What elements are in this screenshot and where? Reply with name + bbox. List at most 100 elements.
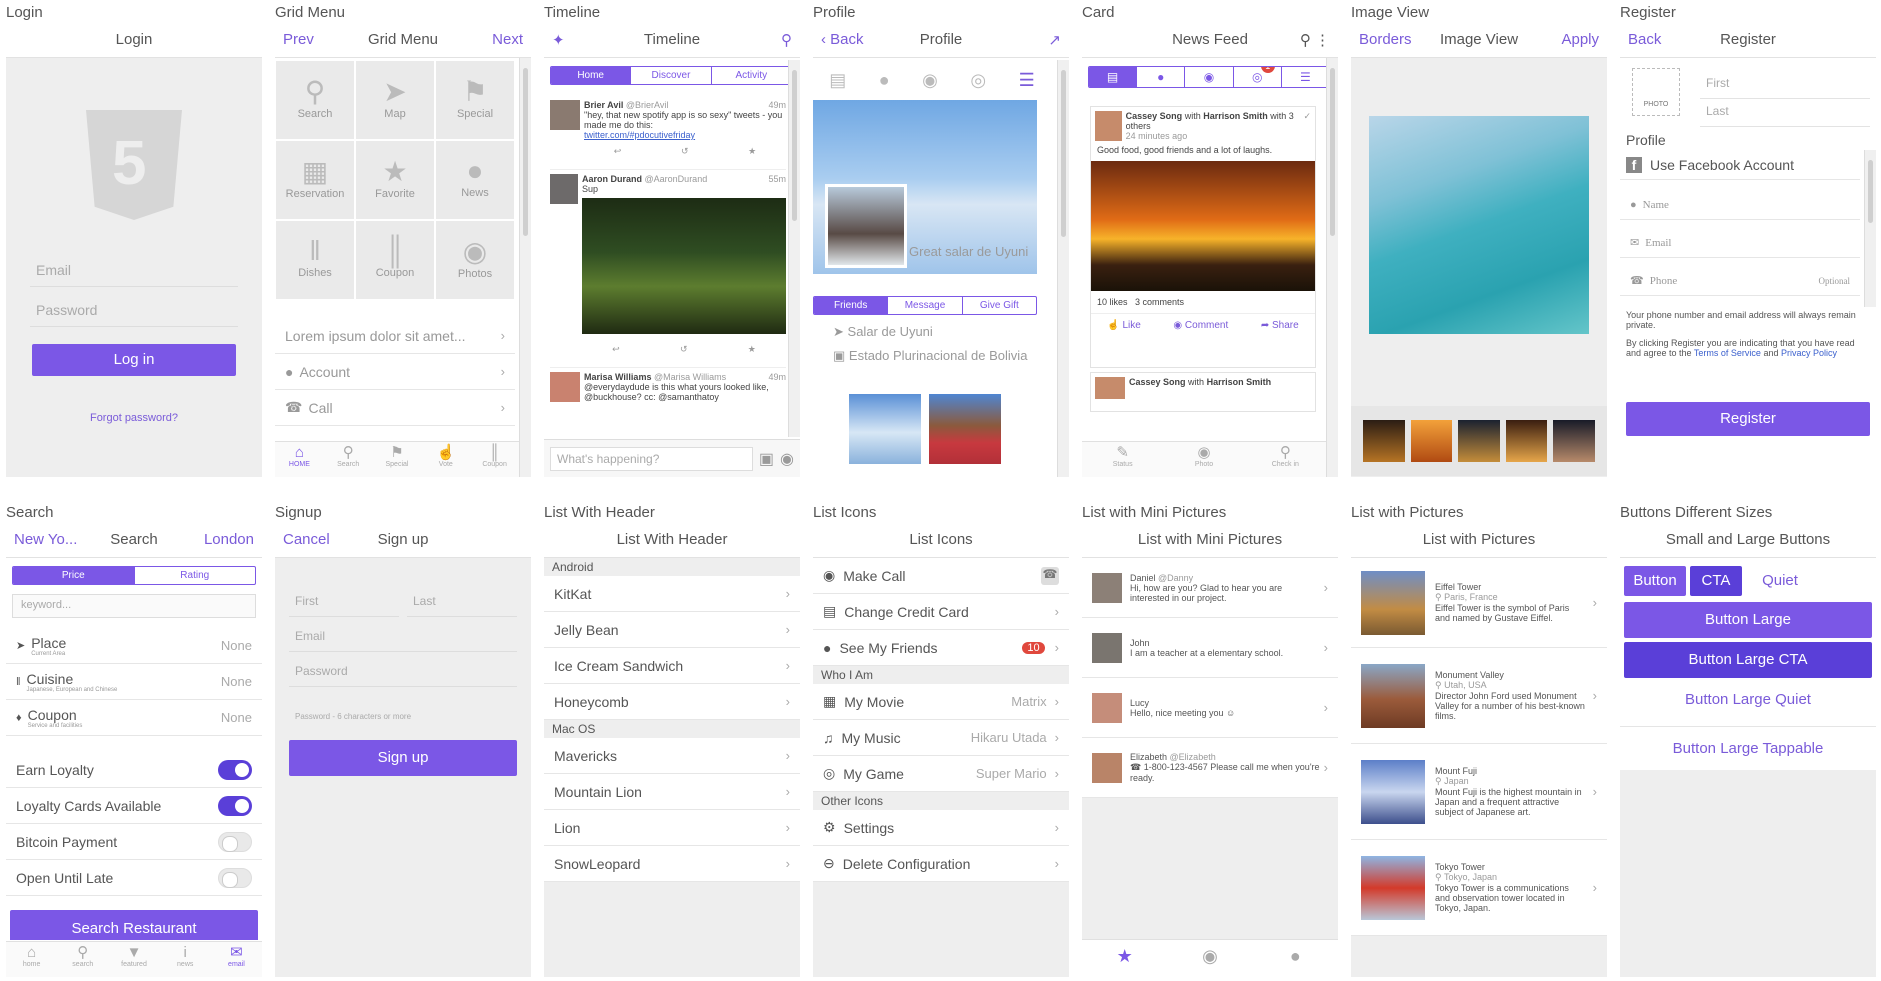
list-item-call[interactable]: ☎ Call › xyxy=(275,390,515,426)
email-field[interactable]: Email xyxy=(289,621,517,652)
list-item[interactable]: John I am a teacher at a elementary schoo… xyxy=(1082,618,1338,678)
retweet-icon[interactable]: ↺ xyxy=(680,344,688,355)
image-icon[interactable]: ▣ xyxy=(759,449,774,469)
share-button[interactable]: ➦ Share xyxy=(1261,320,1299,331)
retweet-icon[interactable]: ↺ xyxy=(681,146,689,157)
tab-coupon[interactable]: ║ Coupon xyxy=(470,442,519,477)
list-item-settings[interactable]: ⚙ Settings › xyxy=(813,810,1069,846)
gallery-photo[interactable] xyxy=(849,394,921,464)
tweet[interactable]: Aaron Durand @AaronDurand 55m Sup ↩ ↺ ★ xyxy=(550,170,786,368)
list-item[interactable]: Honeycomb › xyxy=(544,684,800,720)
terms-link[interactable]: Terms of Service xyxy=(1694,348,1761,358)
favorite-icon[interactable]: ★ xyxy=(748,344,756,355)
tab-menu[interactable]: ☰ xyxy=(1280,67,1329,87)
last-name-field[interactable]: Last xyxy=(1700,96,1870,127)
loyalty-cards-toggle[interactable] xyxy=(218,795,252,816)
large-button[interactable]: Button Large xyxy=(1624,602,1872,638)
location-left-button[interactable]: New Yo... xyxy=(14,531,77,548)
reply-icon[interactable]: ↩ xyxy=(614,146,622,157)
next-button[interactable]: Next xyxy=(492,31,523,48)
list-item[interactable]: Tokyo Tower ⚲ Tokyo, Japan Tokyo Tower is … xyxy=(1351,840,1607,936)
filter-cuisine[interactable]: ‖ Cuisine Japanese, European and Chinese No… xyxy=(6,664,262,700)
grid-cell-dishes[interactable]: ‖ Dishes xyxy=(275,220,355,300)
camera-icon[interactable]: ◉ xyxy=(780,449,794,469)
list-item-lorem[interactable]: Lorem ipsum dolor sit amet... › xyxy=(275,318,515,354)
email-field[interactable]: ✉ Email xyxy=(1620,228,1860,258)
large-quiet-button[interactable]: Button Large Quiet xyxy=(1624,682,1872,718)
cancel-button[interactable]: Cancel xyxy=(283,531,330,548)
list-item-make-call[interactable]: ◉ Make Call ☎ xyxy=(813,558,1069,594)
password-field[interactable]: Password xyxy=(30,294,238,327)
tab-photo[interactable]: ◉ Photo xyxy=(1163,442,1244,477)
prev-button[interactable]: Prev xyxy=(283,31,314,48)
phone-field[interactable]: ☎ Phone Optional xyxy=(1620,266,1860,296)
tab-give-gift[interactable]: Give Gift xyxy=(961,297,1036,314)
filter-place[interactable]: ➤ Place Current Area None xyxy=(6,628,262,664)
chat-icon[interactable]: ◉ xyxy=(922,70,938,91)
tab-status[interactable]: ● xyxy=(1253,940,1338,977)
list-item-friends[interactable]: ● See My Friends 10 › xyxy=(813,630,1069,666)
thumbnail[interactable] xyxy=(1505,420,1548,462)
large-cta-button[interactable]: Button Large CTA xyxy=(1624,642,1872,678)
tab-special[interactable]: ⚑ Special xyxy=(373,442,422,477)
list-item[interactable]: Monument Valley ⚲ Utah, USA Director John … xyxy=(1351,648,1607,744)
favorite-icon[interactable]: ★ xyxy=(748,146,756,157)
filter-coupon[interactable]: ♦ Coupon Service and facilities None xyxy=(6,700,262,736)
register-button[interactable]: Register xyxy=(1626,402,1870,436)
group-icon[interactable]: ● xyxy=(879,70,890,91)
list-item[interactable]: Mavericks › xyxy=(544,738,800,774)
list-item[interactable]: Elizabeth @Elizabeth ☎ 1-800-123-4567 Ple… xyxy=(1082,738,1338,798)
thumbnail[interactable] xyxy=(1458,420,1500,462)
list-item-movie[interactable]: ▦ My Movie Matrix › xyxy=(813,684,1069,720)
search-icon[interactable]: ⚲ ⋮ xyxy=(1300,31,1330,49)
apply-button[interactable]: Apply xyxy=(1561,31,1599,48)
first-name-field[interactable]: First xyxy=(1700,68,1870,99)
menu-icon[interactable]: ☰ xyxy=(1019,70,1035,91)
tab-email[interactable]: ✉ email xyxy=(211,942,262,977)
scrollbar[interactable] xyxy=(1326,58,1338,477)
grid-cell-search[interactable]: ⚲ Search xyxy=(275,60,355,140)
back-button[interactable]: Back xyxy=(1628,31,1661,48)
scrollbar[interactable] xyxy=(1864,150,1876,307)
tab-message[interactable]: Message xyxy=(887,297,961,314)
small-cta-button[interactable]: CTA xyxy=(1690,566,1742,596)
tab-messages[interactable]: ◉ xyxy=(1184,67,1232,87)
grid-cell-photos[interactable]: ◉ Photos xyxy=(435,220,515,300)
tab-notifications[interactable]: ◎ 1 xyxy=(1232,67,1281,87)
tab-discover[interactable]: Discover xyxy=(630,67,710,84)
external-link-icon[interactable]: ↗ xyxy=(1048,31,1061,49)
photo-placeholder[interactable]: PHOTO xyxy=(1632,68,1680,116)
list-item[interactable]: Ice Cream Sandwich › xyxy=(544,648,800,684)
login-button[interactable]: Log in xyxy=(32,344,236,376)
grid-cell-news[interactable]: ● News xyxy=(435,140,515,220)
list-item[interactable]: KitKat › xyxy=(544,576,800,612)
forgot-password-link[interactable]: Forgot password? xyxy=(6,412,262,424)
grid-cell-favorite[interactable]: ★ Favorite xyxy=(355,140,435,220)
check-icon[interactable]: ✓ xyxy=(1303,111,1311,141)
scrollbar[interactable] xyxy=(519,58,531,477)
list-item-game[interactable]: ◎ My Game Super Mario › xyxy=(813,756,1069,792)
list-item-music[interactable]: ♫ My Music Hikaru Utada › xyxy=(813,720,1069,756)
tab-friends[interactable]: Friends xyxy=(814,297,888,314)
list-item[interactable]: Mountain Lion › xyxy=(544,774,800,810)
thumbnail[interactable] xyxy=(1410,420,1453,462)
tab-search[interactable]: ⚲ search xyxy=(57,942,108,977)
tweet-link[interactable]: twitter.com/#pdocutivefriday xyxy=(584,130,786,140)
earn-loyalty-toggle[interactable] xyxy=(218,759,252,780)
list-item[interactable]: Daniel @Danny Hi, how are you? Glad to he… xyxy=(1082,558,1338,618)
search-restaurant-button[interactable]: Search Restaurant xyxy=(10,910,258,940)
facebook-button[interactable]: f Use Facebook Account xyxy=(1620,150,1860,180)
search-icon[interactable]: ⚲ xyxy=(781,31,792,49)
list-item[interactable]: Jelly Bean › xyxy=(544,612,800,648)
gallery-photo[interactable] xyxy=(929,394,1001,464)
thumbnail[interactable] xyxy=(1553,420,1595,462)
list-item[interactable]: SnowLeopard › xyxy=(544,846,800,882)
tab-price[interactable]: Price xyxy=(13,567,134,584)
scrollbar[interactable] xyxy=(1057,60,1069,477)
privacy-link[interactable]: Privacy Policy xyxy=(1781,348,1837,358)
location-right-button[interactable]: London xyxy=(204,531,254,548)
tab-home[interactable]: ⌂ home xyxy=(6,942,57,977)
list-item-delete[interactable]: ⊖ Delete Configuration › xyxy=(813,846,1069,882)
tab-friends[interactable]: ● xyxy=(1136,67,1184,87)
list-item-credit-card[interactable]: ▤ Change Credit Card › xyxy=(813,594,1069,630)
